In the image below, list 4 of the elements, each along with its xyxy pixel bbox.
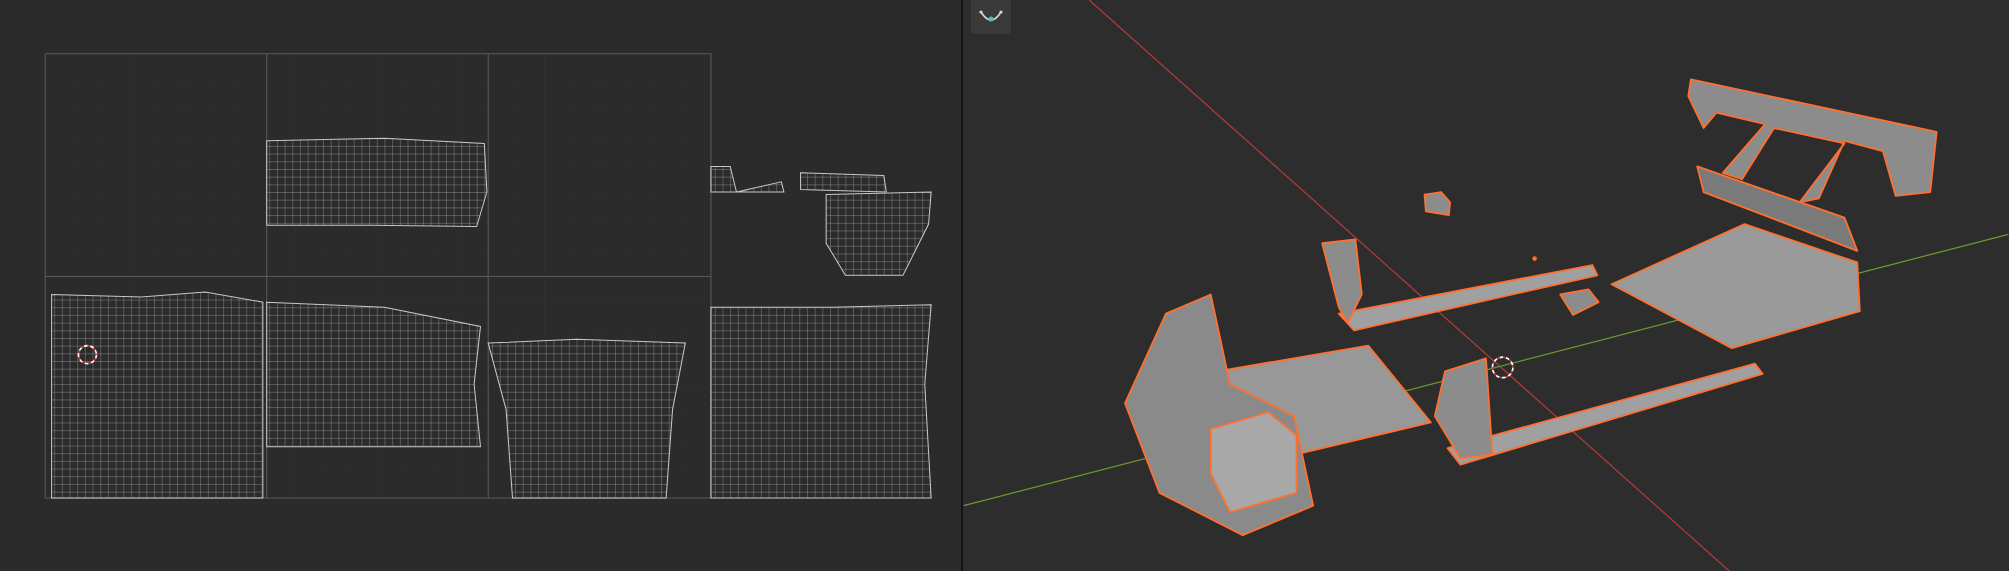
origin-dot xyxy=(1532,256,1537,261)
3d-cursor-icon xyxy=(1491,356,1514,379)
uv-cursor-icon xyxy=(77,344,98,365)
transform-gizmo-button[interactable] xyxy=(971,0,1011,34)
